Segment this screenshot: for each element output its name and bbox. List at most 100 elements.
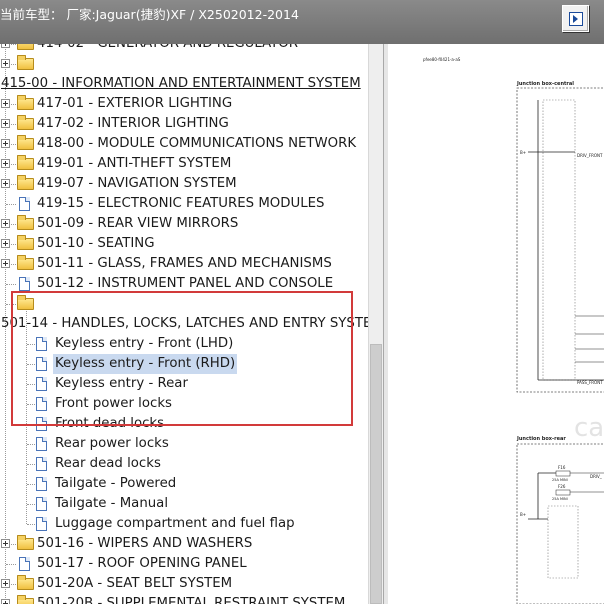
tree-scrollbar[interactable] [368, 44, 383, 604]
tree-item[interactable]: 417-02 - INTERIOR LIGHTING [0, 114, 368, 134]
tree-item-label: 414-02 - GENERATOR AND REGULATOR [37, 44, 298, 54]
box2-fuse1-rating: 25A MINI [552, 478, 568, 482]
expand-toggle-icon[interactable] [1, 539, 10, 548]
folder-icon [17, 55, 34, 70]
box1-pin: B+ [520, 150, 526, 155]
tree-item-label: 418-00 - MODULE COMMUNICATIONS NETWORK [37, 136, 357, 151]
diagram-header-code: pfee80-f0421-a-aS [423, 57, 461, 62]
tree-item[interactable]: 501-17 - ROOF OPENING PANEL [0, 554, 368, 574]
box2-fuse2-rating: 25A MINI [552, 497, 568, 501]
tree-connector-branch [27, 524, 35, 525]
wiring-diagram: pfee80-f0421-a-aS Junction box-central B… [423, 57, 604, 604]
box1-bottom-label: PASS_FRONT [577, 380, 603, 385]
tree-item-label: 501-10 - SEATING [37, 236, 155, 251]
folder-icon [17, 155, 34, 170]
tree-item-label: 501-16 - WIPERS AND WASHERS [37, 536, 253, 551]
folder-icon [17, 595, 34, 604]
tree-child-item[interactable]: Rear dead locks [0, 454, 368, 474]
box2-inner [547, 505, 579, 579]
expand-toggle-icon[interactable] [1, 239, 10, 248]
tree-connector-branch [6, 284, 16, 285]
tree-item-label: 501-09 - REAR VIEW MIRRORS [37, 216, 239, 231]
box2-fuse2-symbol [555, 489, 571, 496]
tree-connector-branch [27, 444, 35, 445]
document-icon [36, 517, 47, 531]
tree-child-item[interactable]: Tailgate - Powered [0, 474, 368, 494]
tree-child-item[interactable]: Rear power locks [0, 434, 368, 454]
tree-item-label: Tailgate - Powered [55, 476, 177, 491]
tree-connector-branch [27, 464, 35, 465]
tree-item-label: 501-11 - GLASS, FRAMES AND MECHANISMS [37, 256, 332, 271]
document-icon [19, 557, 30, 571]
box2-fuse1-symbol [555, 470, 571, 477]
tree-item[interactable]: 414-02 - GENERATOR AND REGULATOR [0, 44, 368, 54]
tree-item[interactable]: 415-00 - INFORMATION AND ENTERTAINMENT S… [0, 74, 368, 94]
tree-item[interactable]: 501-16 - WIPERS AND WASHERS [0, 534, 368, 554]
expand-toggle-icon[interactable] [1, 179, 10, 188]
document-icon [36, 457, 47, 471]
diagram-watermark: ca [574, 413, 604, 443]
box1-title: Junction box-central [516, 81, 574, 87]
tree-item-label: 419-01 - ANTI-THEFT SYSTEM [37, 156, 232, 171]
document-icon [36, 477, 47, 491]
expand-toggle-icon[interactable] [1, 259, 10, 268]
tree-connector-branch [6, 204, 16, 205]
tree-item[interactable]: 501-09 - REAR VIEW MIRRORS [0, 214, 368, 234]
box2-fuse1: F16 [558, 465, 566, 470]
tree-item[interactable]: 419-01 - ANTI-THEFT SYSTEM [0, 154, 368, 174]
tree-item-label: Rear power locks [55, 436, 169, 451]
scrollbar-thumb[interactable] [370, 344, 382, 604]
document-icon [36, 437, 47, 451]
tree-item-label: Rear dead locks [55, 456, 161, 471]
tree-item-label: 501-20A - SEAT BELT SYSTEM [37, 576, 233, 591]
expand-toggle-icon[interactable] [1, 119, 10, 128]
box2-signal: DRIV_ [590, 474, 603, 479]
tree-item[interactable]: 501-20A - SEAT BELT SYSTEM [0, 574, 368, 594]
tree-item-label: 415-00 - INFORMATION AND ENTERTAINMENT S… [1, 76, 361, 91]
document-icon [36, 497, 47, 511]
tree-item[interactable]: 417-01 - EXTERIOR LIGHTING [0, 94, 368, 114]
play-box-icon [569, 12, 583, 26]
tree-item-label: Tailgate - Manual [55, 496, 169, 511]
tree-item[interactable]: 418-00 - MODULE COMMUNICATIONS NETWORK [0, 134, 368, 154]
tree-item-label: 417-02 - INTERIOR LIGHTING [37, 116, 229, 131]
toggle-view-button[interactable] [562, 5, 589, 32]
tree-item-label: 501-17 - ROOF OPENING PANEL [37, 556, 247, 571]
expand-toggle-icon[interactable] [1, 139, 10, 148]
annotation-highlight-box [11, 291, 353, 426]
tree-connector-branch [27, 484, 35, 485]
expand-toggle-icon[interactable] [1, 44, 10, 48]
tree-item[interactable] [0, 54, 368, 74]
box1-outline [516, 87, 604, 393]
folder-icon [17, 215, 34, 230]
tree-child-item[interactable]: Tailgate - Manual [0, 494, 368, 514]
box2-pin: B+ [520, 512, 526, 517]
tree-connector-branch [6, 564, 16, 565]
document-icon [19, 197, 30, 211]
title-bar: 当前车型： 厂家:Jaguar(捷豹)XF / X2502012-2014 [0, 0, 604, 45]
folder-icon [17, 44, 34, 50]
tree-item[interactable]: 419-07 - NAVIGATION SYSTEM [0, 174, 368, 194]
tree-child-item[interactable]: Luggage compartment and fuel flap [0, 514, 368, 534]
tree-item[interactable]: 501-10 - SEATING [0, 234, 368, 254]
expand-toggle-icon[interactable] [1, 159, 10, 168]
tree-item[interactable]: 419-15 - ELECTRONIC FEATURES MODULES [0, 194, 368, 214]
expand-toggle-icon[interactable] [1, 579, 10, 588]
expand-toggle-icon[interactable] [1, 599, 10, 604]
expand-toggle-icon[interactable] [1, 59, 10, 68]
tree-item-label: 419-15 - ELECTRONIC FEATURES MODULES [37, 196, 325, 211]
window-title: 当前车型： 厂家:Jaguar(捷豹)XF / X2502012-2014 [0, 7, 299, 22]
folder-icon [17, 535, 34, 550]
wiring-diagram-view[interactable]: pfee80-f0421-a-aS Junction box-central B… [388, 44, 604, 604]
folder-icon [17, 175, 34, 190]
tree-item[interactable]: 501-11 - GLASS, FRAMES AND MECHANISMS [0, 254, 368, 274]
tree-item-label: 501-20B - SUPPLEMENTAL RESTRAINT SYSTEM [37, 596, 346, 604]
folder-icon [17, 95, 34, 110]
tree-item[interactable]: 501-20B - SUPPLEMENTAL RESTRAINT SYSTEM [0, 594, 368, 604]
expand-toggle-icon[interactable] [1, 219, 10, 228]
box1-signal: DRIV_FRONT [577, 153, 603, 158]
folder-icon [17, 255, 34, 270]
tree-item-label: Luggage compartment and fuel flap [55, 516, 295, 531]
expand-toggle-icon[interactable] [1, 99, 10, 108]
box2-fuse2: F26 [558, 484, 566, 489]
